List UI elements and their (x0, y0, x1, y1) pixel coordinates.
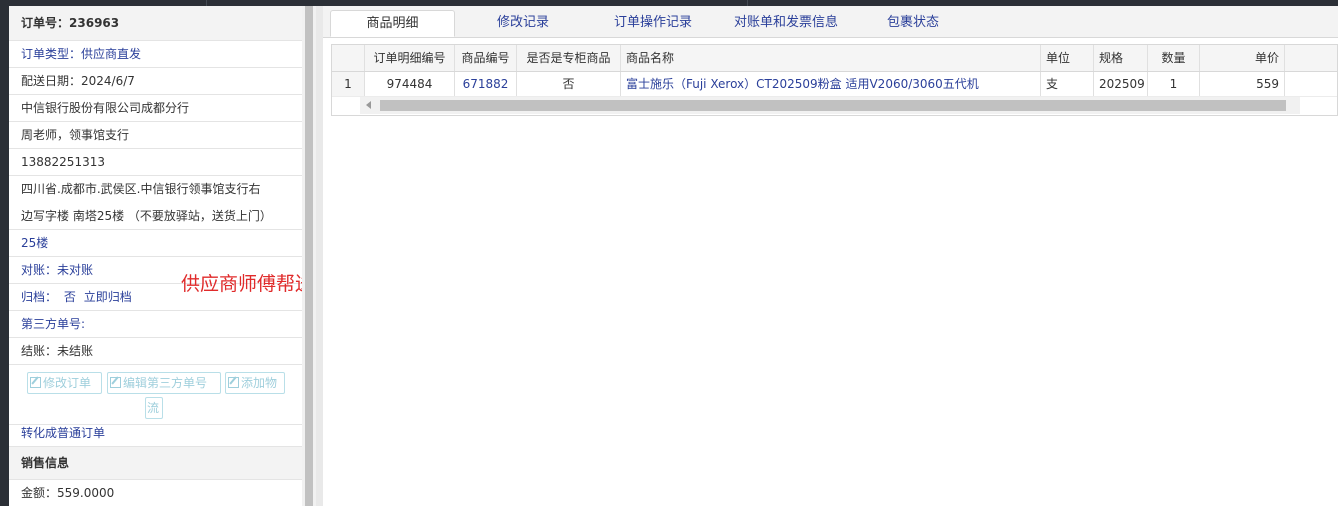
edit-third-party-label: 编辑第三方单号 (123, 376, 208, 390)
archive-label: 归档： (21, 290, 58, 304)
order-detail-panel: 商品明细 修改记录 订单操作记录 对账单和发票信息 包裹状态 订单明细编号 商品… (323, 6, 1338, 506)
add-logistics-button-wrap[interactable]: 流 (145, 397, 163, 419)
detail-id-cell: 974484 (365, 72, 455, 96)
third-party-number: 第三方单号: (9, 311, 302, 338)
archive-now-link[interactable]: 立即归档 (84, 290, 132, 304)
column-header-unit-price: 单价 (1200, 45, 1285, 71)
delivery-date: 配送日期：2024/6/7 (9, 68, 302, 95)
edit-icon (30, 377, 41, 388)
column-header-counter-product: 是否是专柜商品 (517, 45, 621, 71)
archive-value: 否 (63, 290, 76, 304)
row-number: 1 (332, 72, 365, 96)
column-header-rownum (332, 45, 365, 71)
quantity-cell: 1 (1148, 72, 1200, 96)
product-name-link[interactable]: 富士施乐（Fuji Xerox）CT202509粉盒 适用V2060/3060五… (621, 72, 1041, 96)
edit-order-label: 修改订单 (43, 376, 92, 390)
tab-package-status[interactable]: 包裹状态 (878, 10, 948, 37)
convert-to-normal-order-link[interactable]: 转化成普通订单 (9, 420, 302, 447)
tab-statement-invoice[interactable]: 对账单和发票信息 (726, 10, 846, 37)
edit-order-button[interactable]: 修改订单 (27, 372, 102, 394)
delivery-note: 供应商师傅帮送 (181, 273, 315, 295)
edit-third-party-button[interactable]: 编辑第三方单号 (107, 372, 221, 394)
edit-icon (110, 377, 121, 388)
sales-info-header: 销售信息 (9, 447, 302, 480)
column-header-unit: 单位 (1041, 45, 1094, 71)
column-header-detail-id: 订单明细编号 (365, 45, 455, 71)
add-logistics-label-wrap: 流 (147, 401, 160, 415)
tab-change-log[interactable]: 修改记录 (483, 10, 563, 37)
scroll-left-icon[interactable] (366, 101, 371, 109)
add-logistics-label: 添加物 (241, 376, 278, 390)
delivery-address: 四川省.成都市.武侯区.中信银行领事馆支行右 边写字楼 南塔25楼 （不要放驿站… (9, 176, 302, 230)
overflow-cell (1285, 72, 1337, 96)
contact-name: 周老师，领事馆支行 (9, 122, 302, 149)
order-actions: 修改订单 编辑第三方单号 添加物 流 (9, 368, 302, 425)
column-header-product-name: 商品名称 (621, 45, 1041, 71)
column-header-overflow (1285, 45, 1337, 71)
floor-info: 25楼 (9, 230, 302, 257)
horizontal-scrollbar-thumb[interactable] (380, 100, 1286, 111)
unit-price-cell: 559 (1200, 72, 1285, 96)
edit-icon (228, 377, 239, 388)
contact-phone: 13882251313 (9, 149, 302, 176)
order-number-row: 订单号：236963 (9, 6, 302, 41)
column-header-spec: 规格 (1094, 45, 1148, 71)
order-number-label: 订单号： (21, 16, 70, 30)
company-name: 中信银行股份有限公司成都分行 (9, 95, 302, 122)
panel-divider (316, 6, 323, 506)
tab-order-operations[interactable]: 订单操作记录 (603, 10, 703, 37)
scrollbar-thumb[interactable] (305, 6, 313, 506)
order-amount: 金额：559.0000 (21, 486, 115, 500)
product-table: 订单明细编号 商品编号 是否是专柜商品 商品名称 单位 规格 数量 单价 1 9… (331, 44, 1338, 116)
settlement-status: 结账：未结账 (9, 338, 302, 365)
address-line-2: 边写字楼 南塔25楼 （不要放驿站，送货上门） (21, 209, 272, 223)
tab-product-details[interactable]: 商品明细 (330, 10, 455, 37)
column-header-quantity: 数量 (1148, 45, 1200, 71)
left-panel-scrollbar[interactable] (302, 6, 316, 506)
product-id-link[interactable]: 671882 (455, 72, 517, 96)
address-line-1: 四川省.成都市.武侯区.中信银行领事馆支行右 (21, 182, 261, 196)
unit-cell: 支 (1041, 72, 1094, 96)
detail-tabs: 商品明细 修改记录 订单操作记录 对账单和发票信息 包裹状态 (323, 6, 1338, 38)
column-header-product-id: 商品编号 (455, 45, 517, 71)
table-header: 订单明细编号 商品编号 是否是专柜商品 商品名称 单位 规格 数量 单价 (332, 45, 1337, 72)
table-horizontal-scrollbar[interactable] (360, 97, 1300, 114)
table-row[interactable]: 1 974484 671882 否 富士施乐（Fuji Xerox）CT2025… (332, 72, 1337, 97)
counter-product-cell: 否 (517, 72, 621, 96)
add-logistics-button[interactable]: 添加物 (225, 372, 285, 394)
spec-cell: 202509 (1094, 72, 1148, 96)
order-number: 236963 (69, 16, 120, 30)
order-info-panel: 订单号：236963 订单类型：供应商直发 配送日期：2024/6/7 中信银行… (9, 6, 302, 506)
order-type: 订单类型：供应商直发 (9, 41, 302, 68)
